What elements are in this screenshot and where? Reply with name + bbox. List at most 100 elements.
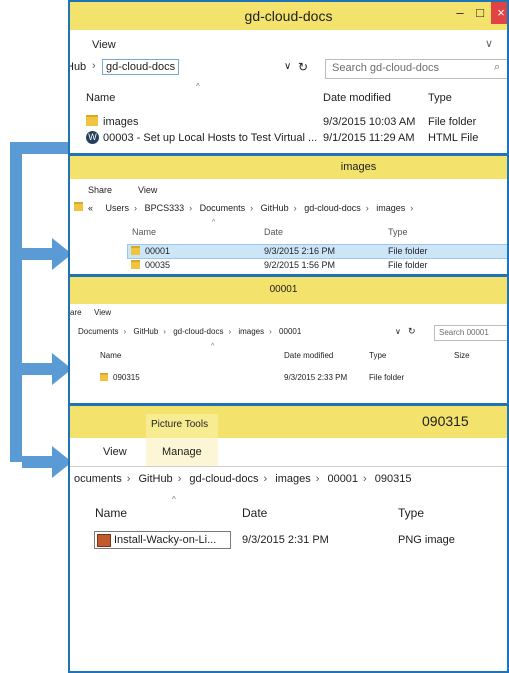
search-input[interactable]: Search gd-cloud-docs ⌕: [325, 59, 507, 79]
folder-icon: [131, 246, 145, 256]
item-name: 00003 - Set up Local Hosts to Test Virtu…: [103, 132, 318, 144]
folder-icon: [86, 115, 103, 128]
explorer-window-gd-cloud-docs: gd-cloud-docs – □ × View ∨ Hub › gd-clou…: [68, 0, 509, 155]
item-date: 9/3/2015 10:03 AM: [323, 116, 416, 128]
window-title: images: [340, 161, 377, 173]
column-header-name[interactable]: Name: [132, 227, 156, 237]
explorer-window-images: images Share View « Users › BPCS333 › Docu…: [68, 154, 509, 276]
sort-up-icon: ^: [211, 343, 215, 350]
item-date: 9/3/2015 2:31 PM: [242, 534, 329, 546]
menu-view[interactable]: View: [138, 185, 157, 195]
column-header-type[interactable]: Type: [398, 506, 424, 520]
item-name: 00001: [145, 246, 171, 256]
address-bar[interactable]: Hub › gd-cloud-docs ∨ ↻: [70, 59, 316, 77]
breadcrumb-gd-cloud-docs[interactable]: gd-cloud-docs: [173, 327, 223, 336]
window-title: 00001: [269, 284, 298, 295]
breadcrumb-images[interactable]: images: [376, 203, 405, 213]
item-name: 00035: [145, 260, 171, 270]
list-item[interactable]: 00035 9/2/2015 1:56 PM File folder: [127, 259, 507, 272]
list-item[interactable]: W 00003 - Set up Local Hosts to Test Vir…: [86, 131, 506, 147]
breadcrumb-documents[interactable]: ocuments: [74, 473, 122, 485]
breadcrumb-documents[interactable]: Documents: [200, 203, 246, 213]
refresh-icon[interactable]: ↻: [408, 326, 416, 337]
column-header-type[interactable]: Type: [388, 227, 408, 237]
breadcrumb: « Users › BPCS333 › Documents › GitHub › gd-…: [88, 203, 414, 213]
item-date: 9/3/2015 2:16 PM: [264, 246, 336, 256]
menu-share[interactable]: Share: [88, 185, 112, 195]
column-header-name[interactable]: Name: [86, 92, 115, 104]
item-name: 090315: [113, 373, 140, 382]
explorer-window-00001: 00001 are View Documents › GitHub › gd-clo…: [68, 275, 509, 405]
menu-view[interactable]: View: [92, 39, 116, 51]
breadcrumb-00001[interactable]: 00001: [279, 327, 301, 336]
list-item[interactable]: 090315 9/3/2015 2:33 PM File folder: [100, 372, 500, 385]
folder-icon: [131, 260, 145, 270]
breadcrumb: Documents › GitHub › gd-cloud-docs › images…: [78, 327, 302, 336]
address-bar[interactable]: « Users › BPCS333 › Documents › GitHub › gd-…: [70, 201, 507, 217]
tab-view[interactable]: View: [103, 446, 127, 458]
item-type: File folder: [369, 373, 405, 382]
sort-up-icon: ^: [172, 495, 176, 504]
list-item[interactable]: images 9/3/2015 10:03 AM File folder: [86, 115, 506, 131]
tab-manage[interactable]: Manage: [146, 438, 218, 466]
column-header-name[interactable]: Name: [100, 351, 121, 360]
picture-tools-label: Picture Tools: [151, 419, 209, 430]
picture-tools-tab[interactable]: Picture Tools: [146, 414, 218, 438]
column-header-date[interactable]: Date: [242, 506, 267, 520]
chevron-down-icon[interactable]: ∨: [284, 61, 291, 72]
column-header-date[interactable]: Date modified: [284, 351, 333, 360]
item-type: PNG image: [398, 534, 455, 546]
column-header-date[interactable]: Date modified: [323, 92, 391, 104]
column-header-name[interactable]: Name: [95, 506, 127, 520]
item-date: 9/1/2015 11:29 AM: [323, 132, 415, 144]
menu-view[interactable]: View: [94, 308, 111, 317]
breadcrumb-bpcs333[interactable]: BPCS333: [145, 203, 185, 213]
title-bar: 00001: [70, 277, 507, 304]
close-button[interactable]: ×: [491, 2, 507, 24]
ribbon-tabs: View Manage: [70, 438, 507, 467]
item-type: File folder: [388, 246, 428, 256]
navigation-arrows: [10, 142, 72, 478]
address-bar[interactable]: Documents › GitHub › gd-cloud-docs › images…: [78, 325, 420, 339]
column-header-size[interactable]: Size: [454, 351, 470, 360]
minimize-button[interactable]: –: [451, 2, 469, 24]
search-icon[interactable]: ⌕: [494, 61, 500, 74]
title-bar: gd-cloud-docs – □ ×: [70, 2, 507, 30]
breadcrumb-github[interactable]: GitHub: [133, 327, 158, 336]
column-header-type[interactable]: Type: [428, 92, 452, 104]
breadcrumb-current[interactable]: gd-cloud-docs: [102, 59, 180, 75]
title-bar: Picture Tools 090315: [70, 406, 507, 438]
item-type: File folder: [388, 260, 428, 270]
address-bar[interactable]: ocuments › GitHub › gd-cloud-docs › images ›…: [70, 471, 507, 489]
breadcrumb-github[interactable]: GitHub: [138, 473, 172, 485]
window-title: gd-cloud-docs: [244, 8, 333, 24]
breadcrumb-gd-cloud-docs[interactable]: gd-cloud-docs: [189, 473, 258, 485]
breadcrumb-users[interactable]: Users: [106, 203, 130, 213]
list-item[interactable]: Install-Wacky-on-Li... 9/3/2015 2:31 PM …: [94, 531, 507, 549]
column-header-type[interactable]: Type: [369, 351, 386, 360]
tab-manage-label: Manage: [162, 446, 202, 458]
item-date: 9/2/2015 1:56 PM: [264, 260, 336, 270]
column-header-date[interactable]: Date: [264, 227, 283, 237]
menu-share[interactable]: are: [70, 308, 82, 317]
search-input[interactable]: Search 00001: [434, 325, 507, 341]
chevron-down-icon[interactable]: ∨: [485, 37, 493, 50]
breadcrumb: ocuments › GitHub › gd-cloud-docs › images ›…: [74, 473, 412, 485]
chevron-down-icon[interactable]: ∨: [395, 327, 401, 336]
breadcrumb-github[interactable]: GitHub: [261, 203, 289, 213]
breadcrumb-090315[interactable]: 090315: [375, 473, 412, 485]
sort-up-icon: ^: [212, 219, 216, 226]
breadcrumb-images[interactable]: images: [238, 327, 264, 336]
breadcrumb-documents[interactable]: Documents: [78, 327, 118, 336]
breadcrumb-separator: ›: [92, 60, 96, 72]
png-image-icon: [97, 534, 111, 547]
search-placeholder: Search gd-cloud-docs: [332, 62, 440, 74]
maximize-button[interactable]: □: [471, 2, 489, 24]
breadcrumb-gd-cloud-docs[interactable]: gd-cloud-docs: [304, 203, 361, 213]
list-item-selected[interactable]: 00001 9/3/2015 2:16 PM File folder: [127, 244, 507, 259]
search-placeholder: Search 00001: [439, 328, 489, 337]
breadcrumb-00001[interactable]: 00001: [327, 473, 358, 485]
breadcrumb-hub[interactable]: Hub: [70, 61, 86, 73]
refresh-icon[interactable]: ↻: [298, 60, 308, 74]
breadcrumb-images[interactable]: images: [275, 473, 310, 485]
